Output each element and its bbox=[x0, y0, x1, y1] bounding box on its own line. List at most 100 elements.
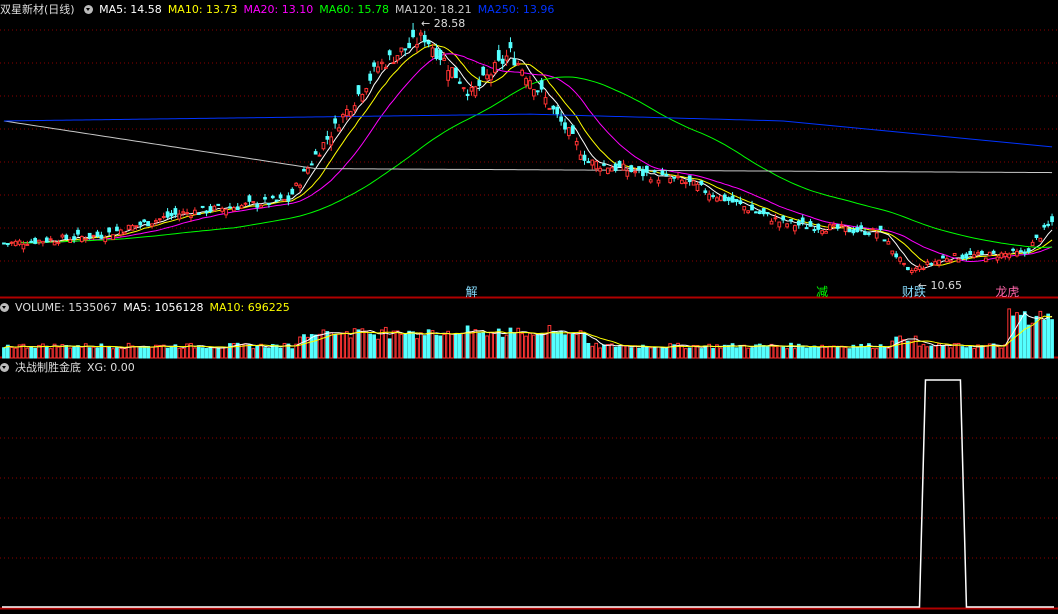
volume-bar bbox=[13, 347, 18, 359]
volume-bar bbox=[691, 344, 696, 359]
volume-bar bbox=[33, 347, 37, 359]
candle-body bbox=[60, 234, 65, 238]
candle-body bbox=[902, 262, 906, 265]
candle-body bbox=[418, 32, 423, 36]
candle-body bbox=[683, 181, 688, 185]
volume-bar bbox=[68, 347, 73, 359]
candle-body bbox=[196, 212, 201, 215]
volume-bar bbox=[465, 325, 470, 359]
volume-bar bbox=[812, 345, 817, 359]
candle-body bbox=[528, 80, 532, 89]
volume-bar bbox=[44, 345, 49, 359]
candle-body bbox=[773, 217, 778, 220]
volume-bar bbox=[177, 347, 182, 359]
candle-body bbox=[547, 107, 552, 110]
volume-bar bbox=[29, 346, 34, 359]
volume-bar bbox=[228, 343, 232, 359]
volume-bar bbox=[746, 347, 751, 359]
candle-body bbox=[83, 238, 88, 241]
volume-bar bbox=[625, 344, 630, 359]
candle-body bbox=[341, 114, 345, 118]
candle-body bbox=[274, 199, 279, 202]
candle-body bbox=[422, 34, 427, 43]
volume-bar bbox=[722, 344, 727, 359]
stock-chart[interactable]: ← 28.58← 10.65解减财跌 龙虎 bbox=[0, 0, 1058, 614]
candle-body bbox=[863, 231, 867, 235]
volume-bar bbox=[130, 345, 135, 359]
candle-body bbox=[391, 62, 396, 65]
candle-body bbox=[983, 257, 988, 263]
volume-bar bbox=[964, 347, 969, 359]
volume-bar bbox=[325, 331, 330, 359]
candle-body bbox=[426, 40, 431, 45]
candle-body bbox=[122, 231, 127, 235]
candle-body bbox=[789, 219, 793, 222]
candle-body bbox=[395, 55, 400, 61]
volume-bar bbox=[668, 343, 673, 359]
candle-body bbox=[465, 93, 470, 97]
volume-bar bbox=[103, 345, 108, 359]
candle-body bbox=[913, 267, 918, 272]
candle-body bbox=[804, 227, 809, 230]
candle-body bbox=[644, 165, 649, 173]
candle-body bbox=[987, 251, 992, 257]
candle-body bbox=[376, 66, 380, 73]
candle-body bbox=[691, 180, 696, 186]
candle-body bbox=[348, 111, 353, 117]
candle-body bbox=[17, 240, 22, 245]
candle-body bbox=[251, 201, 256, 204]
moving-average-lines bbox=[3, 39, 1053, 270]
volume-bar bbox=[804, 347, 809, 359]
volume-bar bbox=[387, 338, 392, 359]
candle-body bbox=[625, 170, 630, 177]
candle-body bbox=[500, 58, 505, 64]
event-marker: 龙虎 bbox=[995, 285, 1019, 299]
event-marker: 减 bbox=[816, 285, 828, 299]
candle-body bbox=[403, 48, 408, 51]
candle-body bbox=[769, 220, 774, 225]
candle-body bbox=[438, 49, 443, 61]
candle-body bbox=[72, 236, 76, 240]
volume-bar bbox=[555, 332, 560, 359]
volume-bar bbox=[711, 347, 715, 359]
candle-body bbox=[781, 215, 786, 221]
volume-bar bbox=[734, 347, 739, 359]
volume-bar bbox=[126, 342, 131, 359]
candle-body bbox=[660, 170, 665, 176]
volume-bar bbox=[1026, 324, 1031, 359]
volume-bar bbox=[48, 348, 53, 359]
candle-body bbox=[352, 105, 357, 111]
candle-body bbox=[496, 50, 501, 61]
candle-body bbox=[56, 241, 61, 244]
candle-body bbox=[715, 197, 719, 202]
volume-bar bbox=[578, 330, 583, 359]
volume-bar bbox=[948, 347, 953, 359]
candle-body bbox=[181, 211, 186, 214]
candle-body bbox=[473, 86, 478, 97]
candle-body bbox=[243, 202, 248, 205]
candle-body bbox=[909, 270, 914, 274]
volume-bar bbox=[781, 346, 786, 359]
volume-bar bbox=[337, 333, 341, 359]
volume-bar bbox=[629, 347, 634, 359]
volume-bar bbox=[902, 339, 906, 359]
candle-body bbox=[828, 224, 832, 231]
volume-bar bbox=[411, 331, 415, 359]
volume-bar bbox=[1007, 308, 1012, 359]
candle-body bbox=[894, 253, 899, 258]
volume-bar bbox=[2, 347, 6, 359]
candle-body bbox=[656, 179, 661, 184]
candle-body bbox=[177, 213, 182, 220]
candle-body bbox=[329, 136, 334, 146]
candle-body bbox=[1034, 234, 1039, 239]
candle-body bbox=[937, 259, 941, 266]
candle-body bbox=[469, 87, 474, 92]
candle-body bbox=[606, 167, 610, 174]
candle-body bbox=[150, 223, 154, 227]
candle-body bbox=[263, 197, 267, 200]
candle-body bbox=[91, 234, 96, 237]
candle-body bbox=[1003, 253, 1008, 257]
candle-body bbox=[337, 127, 341, 132]
candle-body bbox=[1011, 248, 1015, 251]
candle-body bbox=[220, 207, 225, 212]
